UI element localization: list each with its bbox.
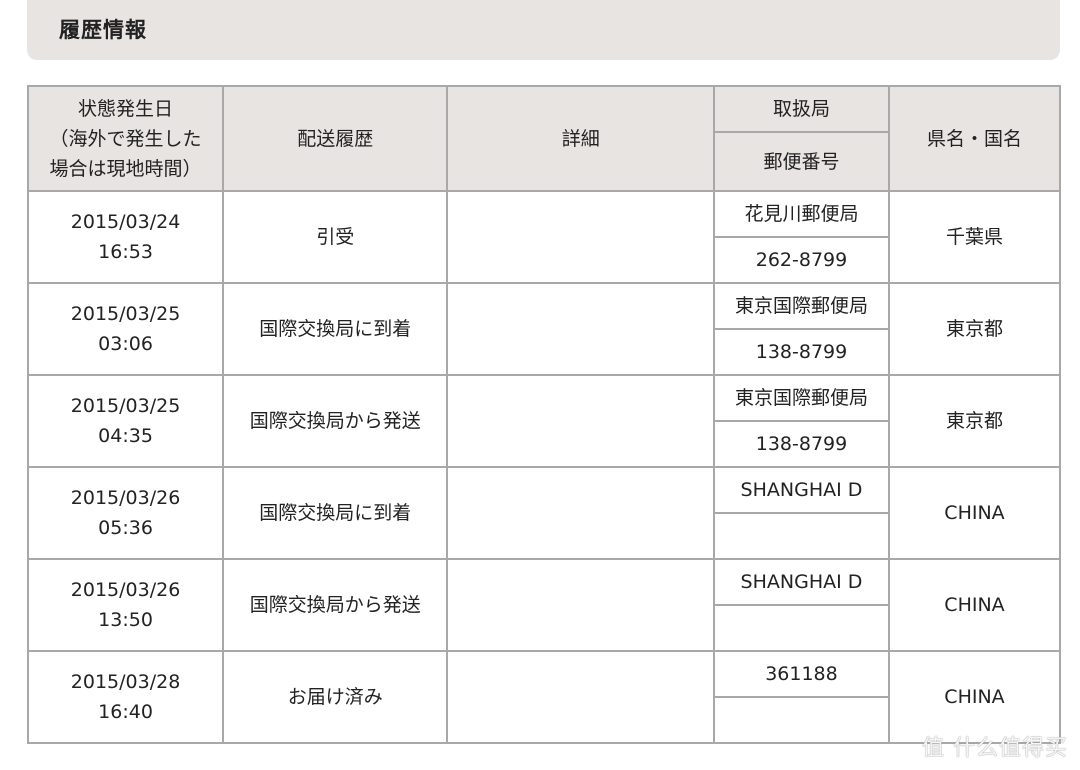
cell-office: SHANGHAI D [712,466,890,514]
tracking-history-table: 状態発生日 （海外で発生した 場合は現地時間） 配送履歴 詳細 取扱局 県名・国… [26,85,1062,744]
header-date: 状態発生日 （海外で発生した 場合は現地時間） [26,85,225,192]
cell-event: 引受 [222,190,449,284]
cell-postal: 138-8799 [712,328,890,376]
cell-prefecture: CHINA [887,558,1062,652]
cell-postal [712,512,890,560]
cell-postal [712,696,890,744]
cell-date: 2015/03/26 [70,487,181,509]
cell-time: 05:36 [98,517,153,539]
cell-date: 2015/03/25 [70,395,181,417]
header-office: 取扱局 [712,85,890,133]
cell-time: 16:53 [98,241,153,263]
cell-postal [712,604,890,652]
cell-prefecture: 東京都 [887,282,1062,376]
cell-date: 2015/03/24 [70,211,181,233]
section-header: 履歴情報 [27,0,1060,60]
cell-datetime: 2015/03/28 16:40 [26,650,225,744]
table-row: 2015/03/24 16:53 引受 花見川郵便局 千葉県 [26,190,1062,284]
cell-office: 361188 [712,650,890,698]
cell-time: 03:06 [98,333,153,355]
cell-datetime: 2015/03/25 04:35 [26,374,225,468]
header-date-line2: （海外で発生した [49,127,202,150]
cell-date: 2015/03/28 [70,671,181,693]
cell-time: 04:35 [98,425,153,447]
table-row: 2015/03/26 05:36 国際交換局に到着 SHANGHAI D CHI… [26,466,1062,560]
cell-date: 2015/03/25 [70,303,181,325]
cell-prefecture: 東京都 [887,374,1062,468]
cell-event: 国際交換局から発送 [222,558,449,652]
cell-office: SHANGHAI D [712,558,890,606]
cell-postal: 138-8799 [712,420,890,468]
watermark: 值 什么值得买 [922,736,1068,761]
cell-detail [446,190,715,284]
cell-office: 花見川郵便局 [712,190,890,238]
table-row: 2015/03/28 16:40 お届け済み 361188 CHINA [26,650,1062,744]
cell-prefecture: CHINA [887,466,1062,560]
header-event: 配送履歴 [222,85,449,192]
cell-postal: 262-8799 [712,236,890,284]
cell-detail [446,374,715,468]
cell-datetime: 2015/03/26 05:36 [26,466,225,560]
cell-detail [446,466,715,560]
cell-detail [446,650,715,744]
header-date-line3: 場合は現地時間） [49,157,202,180]
cell-time: 13:50 [98,609,153,631]
cell-datetime: 2015/03/26 13:50 [26,558,225,652]
header-prefecture: 県名・国名 [887,85,1062,192]
cell-date: 2015/03/26 [70,579,181,601]
header-date-line1: 状態発生日 [78,97,174,120]
header-postal: 郵便番号 [712,131,890,192]
table-row: 2015/03/25 04:35 国際交換局から発送 東京国際郵便局 東京都 [26,374,1062,468]
cell-event: 国際交換局に到着 [222,282,449,376]
header-detail: 詳細 [446,85,715,192]
table-row: 2015/03/25 03:06 国際交換局に到着 東京国際郵便局 東京都 [26,282,1062,376]
cell-office: 東京国際郵便局 [712,282,890,330]
cell-datetime: 2015/03/25 03:06 [26,282,225,376]
cell-prefecture: 千葉県 [887,190,1062,284]
section-title: 履歴情報 [59,18,147,42]
cell-detail [446,558,715,652]
cell-event: 国際交換局から発送 [222,374,449,468]
cell-time: 16:40 [98,701,153,723]
cell-event: お届け済み [222,650,449,744]
table-row: 2015/03/26 13:50 国際交換局から発送 SHANGHAI D CH… [26,558,1062,652]
cell-datetime: 2015/03/24 16:53 [26,190,225,284]
cell-detail [446,282,715,376]
cell-office: 東京国際郵便局 [712,374,890,422]
cell-event: 国際交換局に到着 [222,466,449,560]
